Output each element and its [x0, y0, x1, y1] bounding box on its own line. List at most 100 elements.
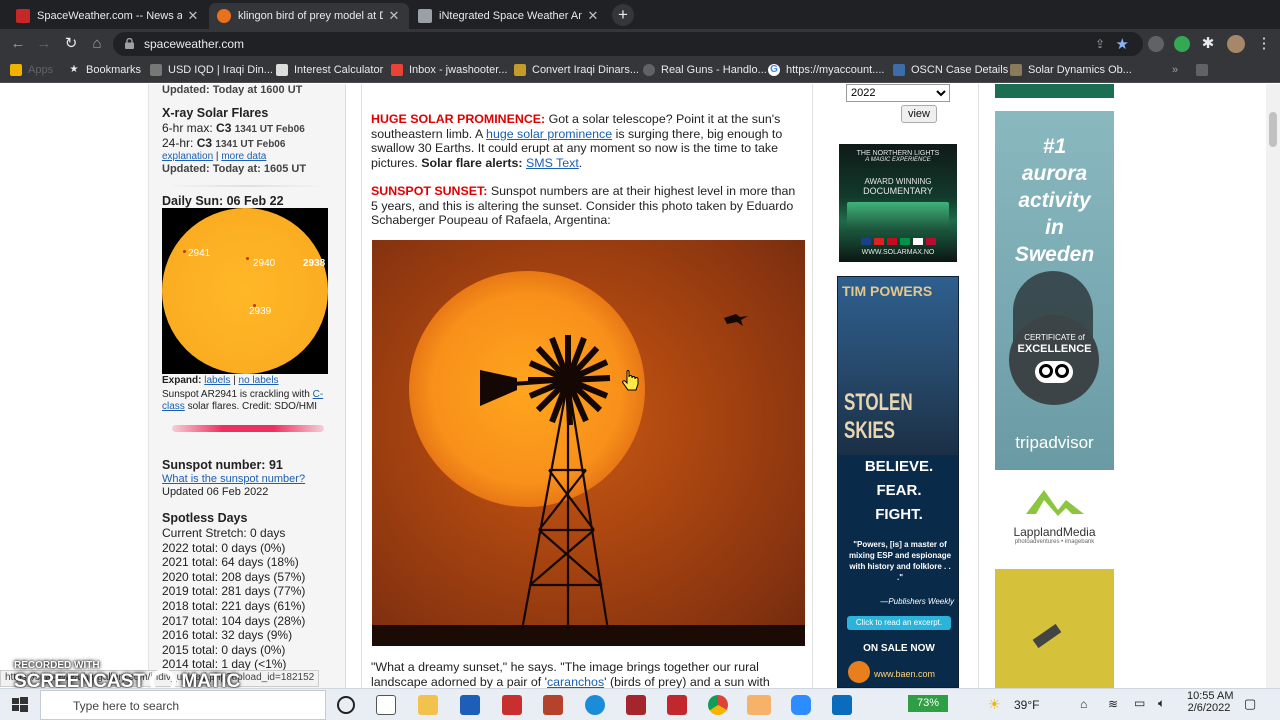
sms-text-link[interactable]: SMS Text [526, 156, 579, 170]
extensions-puzzle-icon[interactable]: ✱ [1198, 34, 1218, 54]
edge-icon[interactable] [585, 695, 605, 715]
screencast-app-icon[interactable] [747, 695, 771, 715]
hand-cursor-icon [622, 370, 639, 391]
photos-icon[interactable] [832, 695, 852, 715]
vertical-scrollbar[interactable] [1266, 84, 1280, 688]
sunspot-label: 2938 [303, 258, 326, 269]
spotless-row: 2021 total: 64 days (18%) [162, 555, 299, 569]
back-arrow-icon[interactable]: ← [8, 34, 28, 54]
what-is-sunspot-number-link[interactable]: What is the sunspot number? [162, 473, 305, 485]
app-s-icon[interactable] [667, 695, 687, 715]
profile-avatar[interactable] [1227, 35, 1245, 53]
sunset-paragraph: SUNSPOT SUNSET: Sunspot numbers are at t… [371, 184, 796, 228]
site-favicon-icon [150, 64, 162, 76]
satellite-icon [1032, 623, 1062, 649]
bookmark-interest-calculator[interactable]: Interest Calculator [276, 64, 383, 76]
tab-integrated-space-weather[interactable]: iNtegrated Space Weather Analy ✕ [410, 3, 608, 29]
bookmark-solar-dynamics[interactable]: Solar Dynamics Ob... [1010, 64, 1132, 76]
stolen-skies-book-ad[interactable]: TIM POWERS STOLEN SKIES BELIEVE. FEAR. F… [837, 276, 959, 688]
caranchos-link[interactable]: caranchos [547, 675, 604, 688]
sun-disk [162, 208, 328, 374]
volume-icon[interactable]: 🔈︎ [1158, 696, 1165, 711]
access-icon[interactable] [626, 695, 646, 715]
bookmark-apps[interactable]: Apps [10, 64, 53, 76]
aurora-icon [847, 202, 949, 232]
wifi-icon[interactable]: ≋ [1108, 697, 1118, 711]
labels-link[interactable]: labels [204, 375, 230, 386]
bookmark-convert-dinars[interactable]: Convert Iraqi Dinars... [514, 64, 639, 76]
right-ad-column: #1 aurora activity in Sweden CERTIFICATE… [995, 84, 1115, 688]
battery-tray-icon[interactable]: ▭ [1134, 696, 1145, 710]
menu-kebab-icon[interactable]: ⋮ [1254, 34, 1274, 54]
weather-temp[interactable]: 39°F [1014, 698, 1039, 712]
home-icon[interactable]: ⌂ [87, 34, 107, 54]
aurora-sweden-ad[interactable]: #1 aurora activity in Sweden CERTIFICATE… [995, 111, 1114, 470]
sunspot-number: Sunspot number: 91 [162, 458, 283, 472]
read-excerpt-button[interactable]: Click to read an excerpt. [847, 616, 951, 630]
close-tab-icon[interactable]: ✕ [586, 8, 600, 24]
more-bookmarks-chevron-icon[interactable]: » [1172, 64, 1178, 76]
slogan: BELIEVE. FEAR. FIGHT. [864, 458, 934, 523]
extension-check-icon[interactable] [1174, 36, 1190, 52]
file-explorer-icon[interactable] [418, 695, 438, 715]
battery-indicator[interactable]: 73% [908, 695, 948, 712]
cortana-icon[interactable] [337, 696, 355, 714]
address-bar[interactable]: spaceweather.com ⇪ ★ [113, 32, 1143, 56]
year-select[interactable]: 2022 [846, 84, 950, 102]
bookmark-oscn[interactable]: OSCN Case Details [893, 64, 1008, 76]
chrome-icon[interactable] [708, 695, 728, 715]
sunspot-label: 2939 [249, 306, 272, 317]
reload-icon[interactable]: ↻ [61, 34, 81, 54]
updated-text: Updated: Today at 1600 UT [162, 84, 303, 96]
bookmark-real-guns[interactable]: Real Guns - Handlo... [643, 64, 767, 76]
sunspot-mark [246, 257, 249, 260]
bookmark-inbox[interactable]: Inbox - jwashooter... [391, 64, 507, 76]
sunspot-mark [183, 250, 186, 253]
task-view-icon[interactable] [376, 695, 396, 715]
clock[interactable]: 10:55 AM 2/6/2022 [1187, 690, 1233, 714]
zoom-icon[interactable] [791, 695, 811, 715]
tab-spaceweather[interactable]: SpaceWeather.com -- News and ✕ [8, 3, 208, 29]
app-icon[interactable] [502, 695, 522, 715]
pdf-icon[interactable] [543, 695, 563, 715]
new-tab-plus-icon[interactable]: + [612, 4, 634, 26]
huge-solar-prominence-link[interactable]: huge solar prominence [486, 127, 612, 141]
calculator-icon [276, 64, 288, 76]
bookmark-myaccount[interactable]: Ghttps://myaccount.... [768, 64, 884, 76]
xray-24hr: 24-hr: C3 1341 UT Feb06 [162, 136, 286, 150]
forward-arrow-icon[interactable]: → [34, 34, 54, 54]
bookmark-star-icon[interactable]: ★ [1116, 35, 1129, 53]
daily-sun-image[interactable]: 2941 2940 2938 2939 [162, 208, 328, 374]
tab-title: SpaceWeather.com -- News and [37, 10, 182, 22]
lappland-media-ad[interactable]: LapplandMedia photoadventures • imageban… [995, 480, 1114, 556]
taskbar-search-box[interactable]: Type here to search [40, 690, 326, 720]
lappland-mountain-logo-icon [1025, 490, 1084, 516]
sunspot-label: 2941 [188, 248, 211, 259]
windows-start-icon[interactable] [10, 695, 30, 715]
network-icon[interactable]: ⌂ [1080, 697, 1087, 711]
reading-list-icon[interactable] [1196, 64, 1214, 76]
gmail-icon [391, 64, 403, 76]
explanation-link[interactable]: explanation [162, 151, 213, 162]
bookmark-bookmarks[interactable]: ★ Bookmarks [68, 64, 142, 76]
more-data-link[interactable]: more data [221, 151, 266, 162]
sunspot-sunset-photo[interactable] [372, 240, 805, 646]
share-icon[interactable]: ⇪ [1095, 37, 1105, 51]
no-labels-link[interactable]: no labels [239, 375, 279, 386]
scrollbar-thumb[interactable] [1269, 112, 1277, 147]
yellow-satellite-ad[interactable] [995, 569, 1114, 688]
notifications-icon[interactable]: ▢ [1244, 696, 1256, 712]
view-button[interactable]: view [901, 105, 937, 123]
extension-w-icon[interactable] [1148, 36, 1164, 52]
bookmark-usd-iqd[interactable]: USD IQD | Iraqi Din... [150, 64, 273, 76]
expand-row: Expand: labels | no labels [162, 375, 279, 386]
northern-lights-ad[interactable]: THE NORTHERN LIGHTS A MAGIC EXPERIENCE A… [839, 144, 957, 262]
store-icon[interactable] [460, 695, 480, 715]
tripadvisor-owl-icon [1035, 361, 1073, 383]
close-tab-icon[interactable]: ✕ [387, 8, 401, 24]
quote-paragraph: "What a dreamy sunset," he says. "The im… [371, 660, 770, 688]
tab-klingon[interactable]: klingon bird of prey model at Du ✕ [209, 3, 409, 29]
globe-icon [643, 64, 655, 76]
close-tab-icon[interactable]: ✕ [186, 8, 200, 24]
xray-links: explanation | more data [162, 151, 267, 162]
